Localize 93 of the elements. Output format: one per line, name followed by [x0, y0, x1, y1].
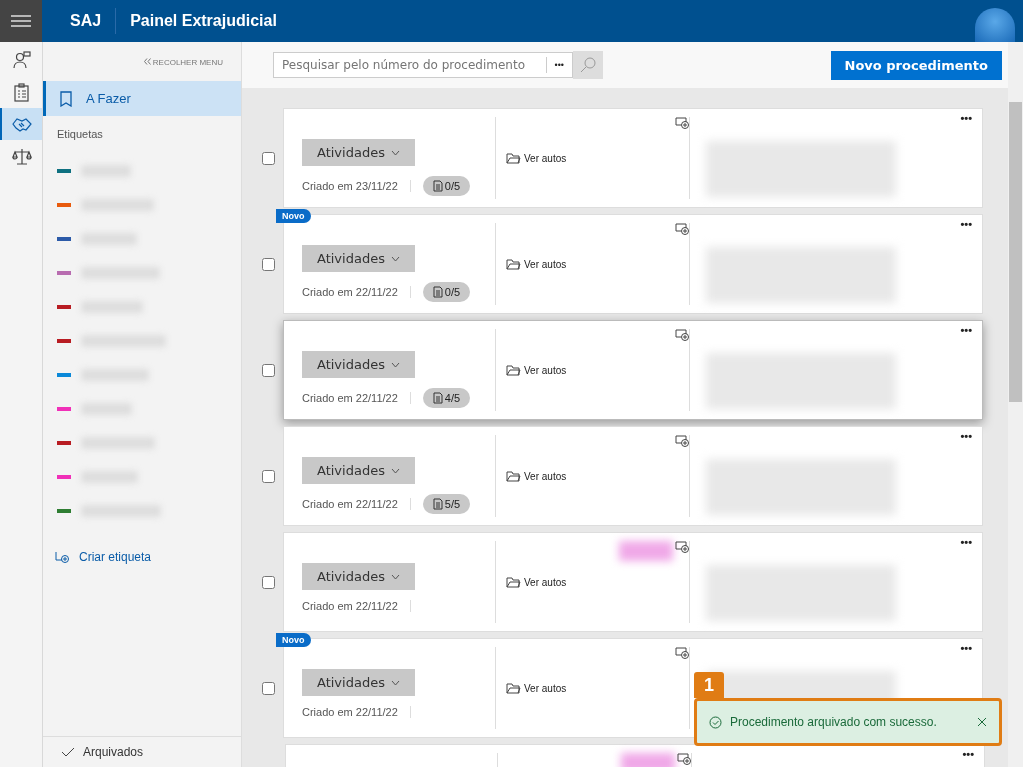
view-records-link[interactable]: Ver autos	[506, 258, 567, 270]
view-records-link[interactable]: Ver autos	[506, 682, 567, 694]
view-records-link[interactable]: Ver autos	[506, 364, 567, 376]
folder-icon	[506, 364, 521, 376]
new-badge: Novo	[276, 209, 311, 223]
callout-number: 1	[694, 672, 724, 698]
add-tag-icon[interactable]	[675, 223, 689, 235]
progress-pill: 4/5	[422, 388, 471, 408]
more-options-button[interactable]: •••	[960, 536, 972, 548]
sidebar-item[interactable]: A Fazer	[43, 81, 241, 116]
view-records-link[interactable]: Ver autos	[506, 152, 567, 164]
create-tag-link[interactable]: Criar etiqueta	[43, 528, 241, 564]
close-button[interactable]	[977, 717, 987, 727]
more-options-button[interactable]: •••	[545, 57, 572, 73]
bookmark-icon	[60, 90, 72, 107]
procedure-card[interactable]: Atividades Criado em 22/11/22 4/5 Ver autos •••	[283, 320, 983, 420]
folder-icon	[506, 470, 521, 482]
add-tag-icon[interactable]	[675, 329, 689, 341]
view-records-link[interactable]: Ver autos	[506, 576, 567, 588]
menu-button[interactable]	[0, 0, 42, 42]
person-icon	[12, 50, 32, 70]
avatar[interactable]	[975, 8, 1015, 42]
add-tag-icon[interactable]	[675, 435, 689, 447]
new-procedure-button[interactable]: Novo procedimento	[830, 50, 1002, 80]
menu-icon	[11, 14, 31, 28]
created-date: Criado em 23/11/22	[302, 180, 411, 192]
procedure-card[interactable]: Atividades Criado em 23/11/22 0/5 Ver autos •••	[283, 108, 983, 208]
created-date: Criado em 22/11/22	[302, 498, 411, 510]
clipboard-icon	[12, 82, 32, 102]
progress-pill: 0/5	[422, 282, 471, 302]
more-options-button[interactable]: •••	[960, 430, 972, 442]
row-checkbox[interactable]	[262, 469, 275, 483]
created-date: Criado em 22/11/22	[302, 286, 411, 298]
progress-pill: 0/5	[422, 176, 471, 196]
procedure-card[interactable]: Atividades Criado em 22/11/22 5/5 Ver autos •••	[283, 426, 983, 526]
checkmark-icon	[61, 747, 75, 757]
archived-link[interactable]: Arquivados	[43, 736, 241, 767]
new-badge: Novo	[276, 633, 311, 647]
document-icon	[432, 392, 443, 404]
activities-dropdown[interactable]: Atividades	[302, 139, 415, 166]
more-options-button[interactable]: •••	[960, 112, 972, 124]
check-circle-icon	[709, 715, 722, 729]
add-tag-icon[interactable]	[675, 647, 689, 659]
created-date: Criado em 22/11/22	[302, 706, 411, 718]
toast-message: Procedimento arquivado com sucesso.	[730, 715, 938, 729]
document-icon	[432, 286, 443, 298]
scrollbar[interactable]	[1008, 42, 1023, 767]
more-options-button[interactable]: •••	[960, 218, 972, 230]
row-checkbox[interactable]	[262, 681, 275, 695]
row-checkbox[interactable]	[262, 151, 275, 165]
created-date: Criado em 22/11/22	[302, 392, 411, 404]
add-tag-icon[interactable]	[677, 753, 691, 765]
more-options-button[interactable]: •••	[960, 324, 972, 336]
chevron-down-icon	[390, 361, 400, 368]
brand-logo: SAJ	[56, 8, 117, 34]
chevron-down-icon	[390, 149, 400, 156]
activities-dropdown[interactable]: Atividades	[302, 351, 415, 378]
search-icon	[580, 57, 596, 73]
section-heading: Etiquetas	[56, 127, 104, 142]
folder-icon	[506, 682, 521, 694]
scales-icon	[12, 146, 32, 166]
document-icon	[432, 498, 443, 510]
app-title: Painel Extrajudicial	[130, 12, 277, 30]
folder-icon	[506, 258, 521, 270]
created-date: Criado em 22/11/22	[302, 600, 411, 612]
progress-pill: 5/5	[422, 494, 471, 514]
activities-dropdown[interactable]: Atividades	[302, 563, 415, 590]
procedure-card[interactable]: Atividades Criado em 22/11/22 Ver autos •••	[283, 532, 983, 632]
folder-icon	[506, 152, 521, 164]
document-icon	[432, 180, 443, 192]
row-checkbox[interactable]	[262, 363, 275, 377]
add-tag-icon[interactable]	[675, 541, 689, 553]
collapse-menu-link[interactable]: RECOLHER MENU	[43, 42, 241, 81]
more-options-button[interactable]: •••	[962, 748, 974, 760]
view-records-link[interactable]: Ver autos	[506, 470, 567, 482]
procedure-card[interactable]: •••	[285, 744, 985, 767]
chevron-down-icon	[390, 255, 400, 262]
double-chevron-icon	[143, 58, 151, 65]
search-field[interactable]: Pesquisar pelo número do procedimento •••	[273, 52, 573, 78]
folder-icon	[506, 576, 521, 588]
add-tag-icon	[55, 551, 69, 563]
chevron-down-icon	[390, 467, 400, 474]
row-checkbox[interactable]	[262, 257, 275, 271]
chevron-down-icon	[390, 573, 400, 580]
row-checkbox[interactable]	[262, 575, 275, 589]
activities-dropdown[interactable]: Atividades	[302, 245, 415, 272]
activities-dropdown[interactable]: Atividades	[302, 669, 415, 696]
close-icon	[977, 717, 987, 727]
add-tag-icon[interactable]	[675, 117, 689, 129]
nav-button[interactable]	[0, 108, 42, 140]
activities-dropdown[interactable]: Atividades	[302, 457, 415, 484]
chevron-down-icon	[390, 679, 400, 686]
more-options-button[interactable]: •••	[960, 642, 972, 654]
